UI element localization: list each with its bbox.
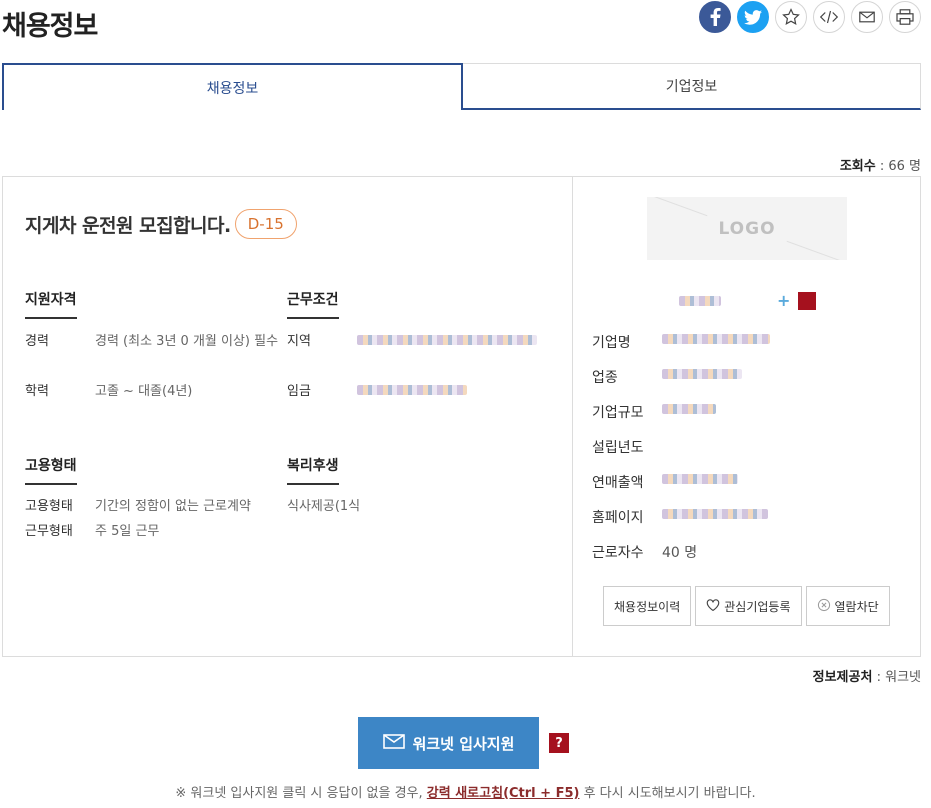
info-source-value: 워크넷 xyxy=(885,670,921,685)
employment-type-label: 고용형태 xyxy=(25,499,73,514)
company-name-blurred: + xyxy=(679,291,817,310)
welfare-value: 식사제공(1식 xyxy=(287,499,361,514)
company-size-label: 기업규모 xyxy=(592,405,644,421)
education-value: 고졸 ~ 대졸(4년) xyxy=(95,384,193,399)
company-name-label: 기업명 xyxy=(592,335,631,351)
welfare-title: 복리후생 xyxy=(287,455,339,485)
plus-icon: + xyxy=(777,291,791,310)
info-source: 정보제공처 : 워크넷 xyxy=(812,670,921,685)
view-count-label: 조회수 xyxy=(839,159,876,174)
work-type-row: 근무형태 주 5일 근무 xyxy=(25,522,159,542)
company-size-value xyxy=(662,402,716,422)
logo-text: LOGO xyxy=(718,218,776,239)
view-count-value: 66 명 xyxy=(888,159,921,174)
industry-row: 업종 xyxy=(592,367,742,387)
tab-company-info[interactable]: 기업정보 xyxy=(463,63,921,110)
conditions-title: 근무조건 xyxy=(287,289,339,319)
job-history-button[interactable]: 채용정보이력 xyxy=(603,586,692,626)
facebook-icon[interactable] xyxy=(699,1,731,33)
favorite-company-button[interactable]: 관심기업등록 xyxy=(695,586,802,626)
tab-bar: 채용정보 기업정보 xyxy=(2,63,921,110)
block-icon xyxy=(817,598,831,615)
career-label: 경력 xyxy=(25,334,49,349)
job-info-panel: 지게차 운전원 모집합니다. D-15 지원자격 경력 경력 (최소 3년 0 … xyxy=(3,177,573,656)
work-type-label: 근무형태 xyxy=(25,524,73,539)
notice-suffix: 후 다시 시도해보시기 바랍니다. xyxy=(579,786,756,801)
founded-year-row: 설립년도 xyxy=(592,437,662,457)
dday-badge: D-15 xyxy=(234,209,297,239)
wage-label: 임금 xyxy=(287,384,311,399)
homepage-label: 홈페이지 xyxy=(592,510,644,526)
company-panel: LOGO + 기업명 업종 기업규모 설립년도 연매출액 홈페이지 근로자수 4… xyxy=(573,177,920,656)
company-size-row: 기업규모 xyxy=(592,402,716,422)
block-view-label: 열람차단 xyxy=(834,599,879,614)
conditions-wage-row: 임금 xyxy=(287,382,467,402)
conditions-region-row: 지역 xyxy=(287,332,537,352)
refresh-notice: ※ 워크넷 입사지원 클릭 시 응답이 없을 경우, 강력 새로고침(Ctrl … xyxy=(0,782,931,801)
education-label: 학력 xyxy=(25,384,49,399)
employment-type-value: 기간의 정함이 없는 근로계약 xyxy=(95,499,251,514)
help-button[interactable]: ? xyxy=(549,733,569,753)
qualification-title: 지원자격 xyxy=(25,289,77,319)
print-icon[interactable] xyxy=(889,1,921,33)
company-badge-icon xyxy=(798,291,817,310)
favorite-company-label: 관심기업등록 xyxy=(724,599,791,614)
wage-value xyxy=(357,382,467,402)
career-value: 경력 (최소 3년 0 개월 이상) 필수 xyxy=(95,334,279,349)
company-name-row: 기업명 xyxy=(592,332,770,352)
employee-count-row: 근로자수 40 명 xyxy=(592,542,697,562)
hard-refresh-link[interactable]: 강력 새로고침(Ctrl + F5) xyxy=(427,786,580,801)
job-history-label: 채용정보이력 xyxy=(614,599,681,614)
info-source-label: 정보제공처 xyxy=(812,670,873,685)
work-type-value: 주 5일 근무 xyxy=(95,524,160,539)
revenue-label: 연매출액 xyxy=(592,475,644,491)
job-title-row: 지게차 운전원 모집합니다. D-15 xyxy=(25,209,297,239)
job-detail-box: 지게차 운전원 모집합니다. D-15 지원자격 경력 경력 (최소 3년 0 … xyxy=(2,176,921,657)
tab-job-info[interactable]: 채용정보 xyxy=(2,63,463,110)
company-name-value xyxy=(662,332,770,352)
region-value xyxy=(357,332,537,352)
employee-count-value: 40 명 xyxy=(662,545,698,561)
mail-icon xyxy=(382,733,405,753)
view-count: 조회수 : 66 명 xyxy=(839,159,921,174)
page-title: 채용정보 xyxy=(2,11,98,42)
welfare-row: 식사제공(1식 xyxy=(287,497,360,517)
employee-count-label: 근로자수 xyxy=(592,545,644,561)
heart-icon xyxy=(706,598,720,614)
employment-title: 고용형태 xyxy=(25,455,77,485)
share-bar xyxy=(699,1,921,33)
revenue-value xyxy=(662,472,738,492)
founded-year-label: 설립년도 xyxy=(592,440,644,456)
block-view-button[interactable]: 열람차단 xyxy=(805,586,890,626)
apply-button[interactable]: 워크넷 입사지원 xyxy=(358,717,539,769)
code-icon[interactable] xyxy=(813,1,845,33)
qualification-career-row: 경력 경력 (최소 3년 0 개월 이상) 필수 xyxy=(25,332,287,352)
industry-label: 업종 xyxy=(592,370,618,386)
revenue-row: 연매출액 xyxy=(592,472,738,492)
mail-icon[interactable] xyxy=(851,1,883,33)
job-title: 지게차 운전원 모집합니다. xyxy=(25,214,231,237)
notice-prefix: ※ 워크넷 입사지원 클릭 시 응답이 없을 경우, xyxy=(175,786,427,801)
qualification-education-row: 학력 고졸 ~ 대졸(4년) xyxy=(25,382,192,402)
industry-value xyxy=(662,367,742,387)
company-actions: 채용정보이력 관심기업등록 열람차단 xyxy=(603,586,890,626)
homepage-value[interactable] xyxy=(662,507,768,527)
company-logo: LOGO xyxy=(647,197,847,260)
twitter-icon[interactable] xyxy=(737,1,769,33)
homepage-row: 홈페이지 xyxy=(592,507,768,527)
star-icon[interactable] xyxy=(775,1,807,33)
region-label: 지역 xyxy=(287,334,311,349)
employment-type-row: 고용형태 기간의 정함이 없는 근로계약 xyxy=(25,497,251,517)
apply-button-label: 워크넷 입사지원 xyxy=(412,734,515,753)
